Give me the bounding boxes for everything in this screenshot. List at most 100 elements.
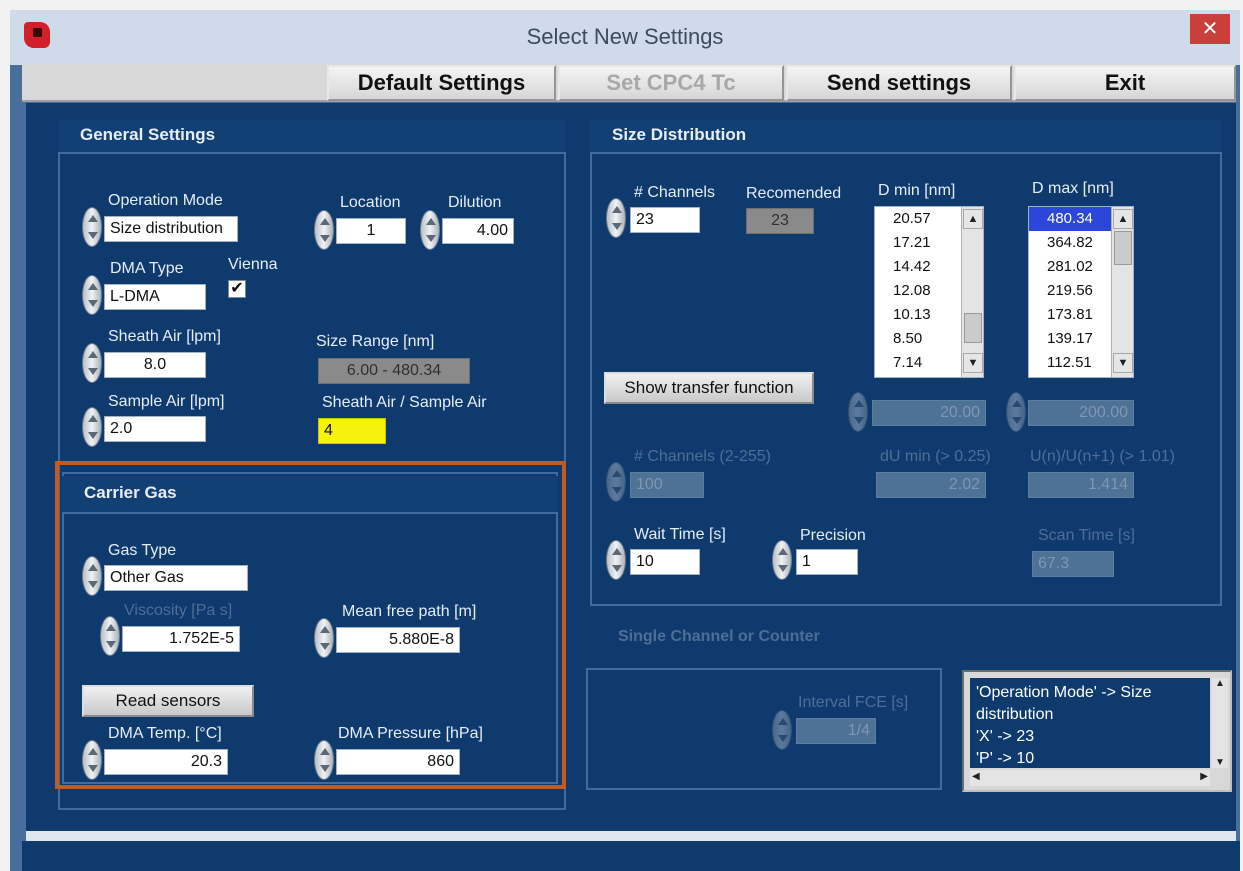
- single-channel-title: Single Channel or Counter: [618, 628, 820, 645]
- dmax-item[interactable]: 173.81: [1029, 303, 1111, 327]
- precision-label: Precision: [800, 527, 866, 544]
- precision-spinner[interactable]: [772, 540, 792, 580]
- scroll-left-arrow-icon[interactable]: ◀: [972, 771, 980, 782]
- dmin-spinner[interactable]: [848, 392, 868, 432]
- wait-time-spinner[interactable]: [606, 540, 626, 580]
- set-cpc4-tc-button[interactable]: Set CPC4 Tc: [558, 65, 784, 101]
- window-title: Select New Settings: [526, 24, 724, 49]
- dmax-item[interactable]: 281.02: [1029, 255, 1111, 279]
- du-min-field[interactable]: 2.02: [876, 472, 986, 498]
- interval-fce-spinner[interactable]: [772, 710, 792, 750]
- operation-mode-spinner[interactable]: [82, 207, 102, 247]
- channels-range-spinner[interactable]: [606, 462, 626, 502]
- dmax-scrollbar[interactable]: ▲ ▼: [1111, 207, 1133, 377]
- dilution-label: Dilution: [448, 194, 502, 211]
- check-icon: ✔: [230, 280, 244, 297]
- dilution-field[interactable]: 4.00: [442, 218, 514, 244]
- single-channel-panel: [586, 668, 942, 790]
- sample-air-label: Sample Air [lpm]: [108, 393, 225, 410]
- sample-air-spinner[interactable]: [82, 407, 102, 447]
- scroll-right-arrow-icon[interactable]: ▶: [1200, 771, 1208, 782]
- scroll-down-arrow-icon[interactable]: ▼: [963, 353, 983, 373]
- dmin-item[interactable]: 12.08: [875, 279, 961, 303]
- dmin-item[interactable]: 8.50: [875, 327, 961, 351]
- location-label: Location: [340, 194, 401, 211]
- channels-spinner[interactable]: [606, 198, 626, 238]
- dmax-field[interactable]: 200.00: [1028, 400, 1134, 426]
- default-settings-button[interactable]: Default Settings: [327, 65, 556, 101]
- operation-mode-label: Operation Mode: [108, 192, 223, 209]
- dilution-spinner[interactable]: [420, 210, 440, 250]
- sheath-air-spinner[interactable]: [82, 343, 102, 383]
- dma-type-field[interactable]: L-DMA: [104, 284, 206, 310]
- operation-mode-field[interactable]: Size distribution: [104, 216, 238, 242]
- sheath-air-label: Sheath Air [lpm]: [108, 328, 221, 345]
- dmax-item[interactable]: 112.51: [1029, 351, 1111, 375]
- vienna-label: Vienna: [228, 256, 278, 273]
- location-spinner[interactable]: [314, 210, 334, 250]
- channels-field[interactable]: 23: [630, 207, 700, 233]
- du-min-label: dU min (> 0.25): [880, 448, 991, 465]
- u-ratio-field[interactable]: 1.414: [1028, 472, 1134, 498]
- scroll-down-arrow-icon[interactable]: ▼: [1212, 757, 1228, 768]
- log-box[interactable]: 'Operation Mode' -> Size distribution 'X…: [962, 670, 1232, 792]
- recommended-field: 23: [746, 208, 814, 234]
- dmin-item[interactable]: 10.13: [875, 303, 961, 327]
- dmin-label: D min [nm]: [878, 182, 956, 199]
- dmax-item[interactable]: 364.82: [1029, 231, 1111, 255]
- vienna-checkbox[interactable]: ✔: [228, 280, 246, 298]
- interval-fce-label: Interval FCE [s]: [798, 694, 909, 711]
- dmin-listbox[interactable]: 20.57 17.21 14.42 12.08 10.13 8.50 7.14 …: [874, 206, 984, 378]
- status-bar: [22, 841, 1240, 871]
- sample-air-field[interactable]: 2.0: [104, 416, 206, 442]
- u-ratio-label: U(n)/U(n+1) (> 1.01): [1030, 448, 1175, 465]
- precision-field[interactable]: 1: [796, 549, 858, 575]
- scroll-thumb[interactable]: [964, 313, 982, 343]
- dmin-scrollbar[interactable]: ▲ ▼: [961, 207, 983, 377]
- dmin-item[interactable]: 7.14: [875, 351, 961, 375]
- interval-fce-field[interactable]: 1/4: [796, 718, 876, 744]
- size-range-label: Size Range [nm]: [316, 333, 435, 350]
- close-button[interactable]: ✕: [1190, 14, 1230, 44]
- log-hscrollbar[interactable]: ◀ ▶: [970, 770, 1210, 786]
- wait-time-label: Wait Time [s]: [634, 526, 726, 543]
- dmax-item[interactable]: 219.56: [1029, 279, 1111, 303]
- scroll-up-arrow-icon[interactable]: ▲: [1113, 209, 1133, 229]
- dmin-field[interactable]: 20.00: [872, 400, 986, 426]
- send-settings-button[interactable]: Send settings: [786, 65, 1012, 101]
- wait-time-field[interactable]: 10: [630, 549, 700, 575]
- sheath-sample-ratio-label: Sheath Air / Sample Air: [322, 394, 487, 411]
- scroll-thumb[interactable]: [1114, 231, 1132, 265]
- dmax-item[interactable]: 139.17: [1029, 327, 1111, 351]
- size-distribution-title: Size Distribution: [590, 120, 1222, 154]
- show-transfer-function-button[interactable]: Show transfer function: [604, 372, 814, 404]
- channels-range-label: # Channels (2-255): [634, 448, 771, 465]
- dmax-spinner[interactable]: [1006, 392, 1026, 432]
- exit-button[interactable]: Exit: [1014, 65, 1236, 101]
- dmax-item-selected[interactable]: 480.34: [1029, 207, 1111, 231]
- dmin-item[interactable]: 17.21: [875, 231, 961, 255]
- scan-time-field: 67.3: [1032, 551, 1114, 577]
- sheath-air-field[interactable]: 8.0: [104, 352, 206, 378]
- location-field[interactable]: 1: [336, 218, 406, 244]
- log-vscrollbar[interactable]: ▲ ▼: [1212, 678, 1228, 768]
- close-icon: ✕: [1201, 18, 1219, 40]
- recommended-label: Recomended: [746, 185, 842, 202]
- scroll-up-arrow-icon[interactable]: ▲: [963, 209, 983, 229]
- dmin-item[interactable]: 14.42: [875, 255, 961, 279]
- dmax-listbox[interactable]: 480.34 364.82 281.02 219.56 173.81 139.1…: [1028, 206, 1134, 378]
- dmax-label: D max [nm]: [1032, 180, 1114, 197]
- scroll-down-arrow-icon[interactable]: ▼: [1113, 353, 1133, 373]
- scroll-up-arrow-icon[interactable]: ▲: [1212, 678, 1228, 689]
- channels-range-field[interactable]: 100: [630, 472, 704, 498]
- dmin-list-items: 20.57 17.21 14.42 12.08 10.13 8.50 7.14: [875, 207, 961, 375]
- sheath-sample-ratio-field: 4: [318, 418, 386, 444]
- dma-type-label: DMA Type: [110, 260, 184, 277]
- size-range-field: 6.00 - 480.34: [318, 358, 470, 384]
- log-text: 'Operation Mode' -> Size distribution 'X…: [976, 684, 1152, 767]
- highlight-frame: [55, 461, 566, 789]
- dmin-item[interactable]: 20.57: [875, 207, 961, 231]
- dmax-list-items: 480.34 364.82 281.02 219.56 173.81 139.1…: [1029, 207, 1111, 375]
- bottom-separator: [26, 831, 1236, 841]
- dma-type-spinner[interactable]: [82, 275, 102, 315]
